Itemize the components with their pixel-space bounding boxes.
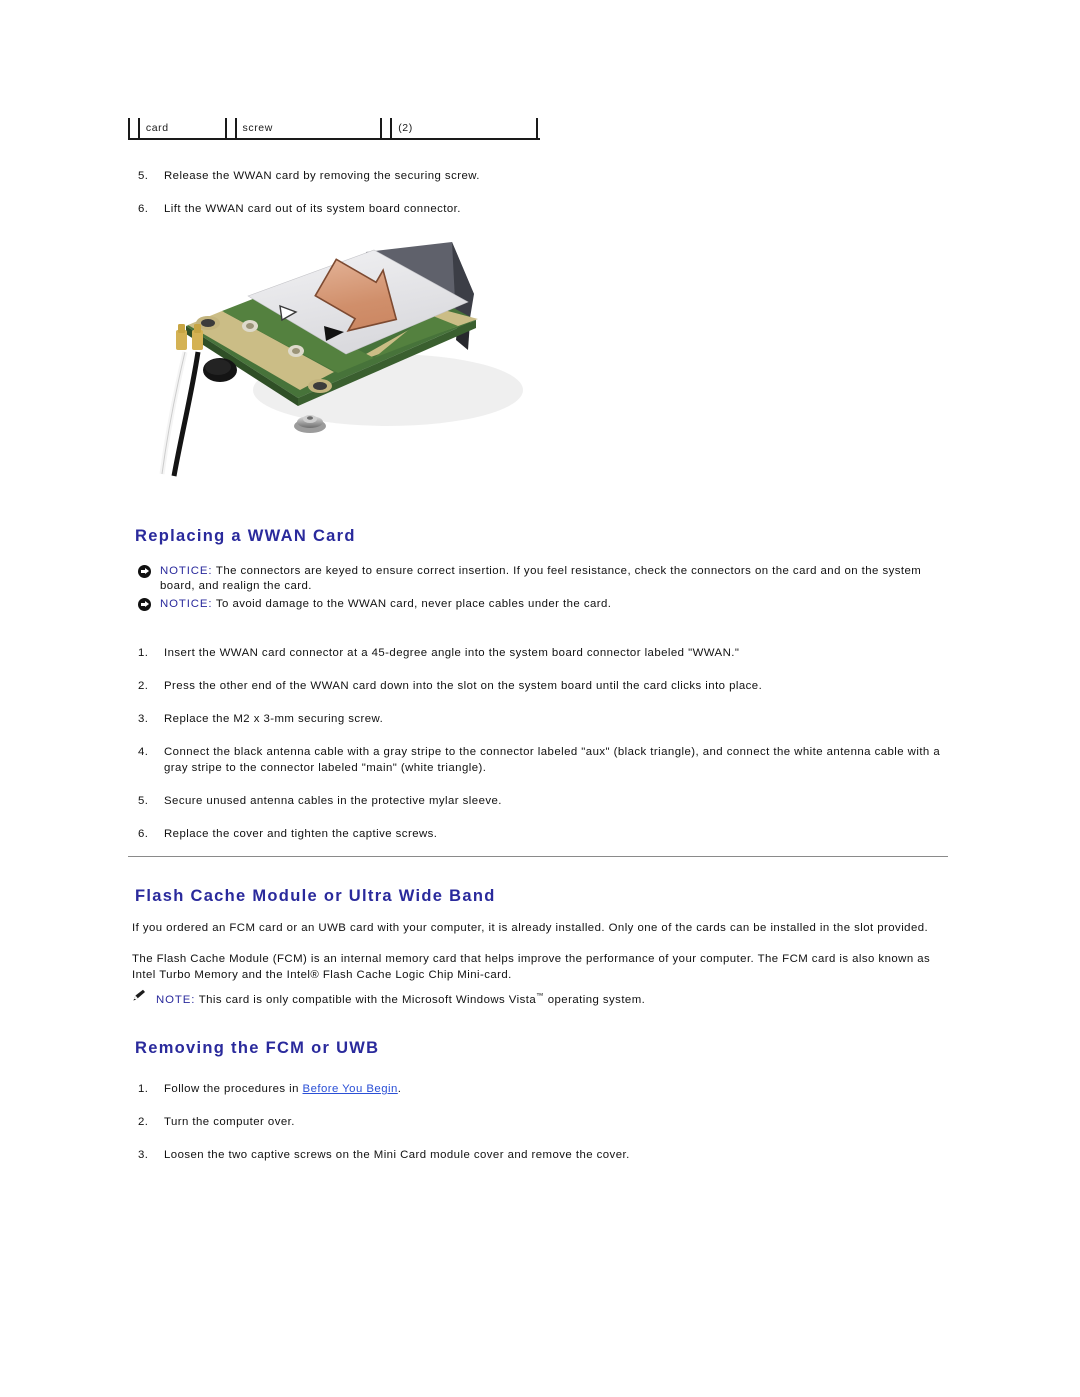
list-item: 3. Loosen the two captive screws on the … <box>138 1147 948 1163</box>
list-item-text: Press the other end of the WWAN card dow… <box>164 680 763 692</box>
note-text: NOTE: This card is only compatible with … <box>156 988 645 1008</box>
list-item: 5. Secure unused antenna cables in the p… <box>138 793 948 809</box>
notice-label: NOTICE: <box>160 598 213 610</box>
cable-connector-white-tip <box>178 324 185 333</box>
replacing-steps-list: 1. Insert the WWAN card connector at a 4… <box>138 645 948 859</box>
list-item: 6. Lift the WWAN card out of its system … <box>138 201 948 217</box>
list-item-text: Insert the WWAN card connector at a 45-d… <box>164 647 740 659</box>
list-item-text: Follow the procedures in Before You Begi… <box>164 1081 401 1097</box>
screw-drive <box>307 416 313 420</box>
list-item-number: 6. <box>138 203 149 215</box>
list-item: 2. Turn the computer over. <box>138 1114 948 1130</box>
antenna-connector-main <box>246 323 254 329</box>
list-item-number: 5. <box>138 170 149 182</box>
rubber-pad-highlight <box>205 359 231 375</box>
list-item: 6. Replace the cover and tighten the cap… <box>138 826 948 842</box>
list-item-number: 1. <box>138 1083 149 1095</box>
list-item-text: Connect the black antenna cable with a g… <box>164 746 941 774</box>
note-label: NOTE: <box>156 993 196 1006</box>
list-item: 1. Follow the procedures in Before You B… <box>138 1081 948 1097</box>
list-item: 2. Press the other end of the WWAN card … <box>138 678 948 694</box>
notice-arrow-icon <box>138 565 151 578</box>
list-item-text: Replace the M2 x 3-mm securing screw. <box>164 713 384 725</box>
note-block-vista-compatibility: NOTE: This card is only compatible with … <box>132 988 942 1008</box>
paragraph-fcm-installed: If you ordered an FCM card or an UWB car… <box>132 922 929 934</box>
list-item-text: Release the WWAN card by removing the se… <box>164 170 480 182</box>
list-item-number: 6. <box>138 828 149 840</box>
antenna-cable-white <box>159 351 188 475</box>
page-heading-flash-cache-module: Flash Cache Module or Ultra Wide Band <box>135 887 496 905</box>
callout-label-1: card <box>137 118 225 138</box>
page-heading-replacing-wwan-card: Replacing a WWAN Card <box>135 527 356 545</box>
notice-label: NOTICE: <box>160 565 213 577</box>
section-divider <box>128 856 948 857</box>
notice-body: To avoid damage to the WWAN card, never … <box>212 598 612 610</box>
notice-text: NOTICE: To avoid damage to the WWAN card… <box>160 597 611 612</box>
list-item-text: Lift the WWAN card out of its system boa… <box>164 203 461 215</box>
callout-number-1 <box>128 118 138 138</box>
link-before-you-begin[interactable]: Before You Begin <box>303 1083 398 1095</box>
list-item-number: 4. <box>138 746 149 758</box>
list-item: 4. Connect the black antenna cable with … <box>138 744 948 776</box>
antenna-cable-black <box>171 351 201 477</box>
figure-callout-table: card screw (2) <box>128 118 540 140</box>
document-page: card screw (2) 5. Release the WWAN card … <box>0 0 1080 1397</box>
list-item-text-before: Follow the procedures in <box>164 1083 303 1095</box>
list-item-number: 2. <box>138 680 149 692</box>
page-heading-removing-fcm-uwb: Removing the FCM or UWB <box>135 1039 380 1057</box>
list-item-number: 3. <box>138 713 149 725</box>
pencil-icon-svg <box>133 989 145 1001</box>
wwan-card-removal-figure <box>138 222 618 482</box>
note-body-before: This card is only compatible with the Mi… <box>195 993 537 1006</box>
note-body-after: operating system. <box>544 993 646 1006</box>
removing-steps-list: 1. Follow the procedures in Before You B… <box>138 1081 948 1180</box>
list-item-number: 3. <box>138 1149 149 1161</box>
wwan-card-illustration-svg <box>159 242 523 477</box>
callout-table-end-border <box>536 118 540 138</box>
paragraph-fcm-description: The Flash Cache Module (FCM) is an inter… <box>132 953 931 981</box>
list-item-number: 2. <box>138 1116 149 1128</box>
antenna-connector-aux <box>292 348 300 354</box>
list-item-text: Loosen the two captive screws on the Min… <box>164 1149 630 1161</box>
trademark-symbol: ™ <box>536 991 545 1000</box>
table-row: card screw (2) <box>128 118 540 138</box>
list-item-text-after: . <box>397 1083 402 1095</box>
list-item-number: 5. <box>138 795 149 807</box>
mounting-hole-left <box>201 319 215 327</box>
notice-text: NOTICE: The connectors are keyed to ensu… <box>160 564 948 594</box>
callout-number-2 <box>224 118 235 138</box>
list-item: 1. Insert the WWAN card connector at a 4… <box>138 645 948 661</box>
callout-label-2: screw <box>234 118 381 138</box>
callout-label-3: (2) <box>390 118 536 138</box>
list-item: 3. Replace the M2 x 3-mm securing screw. <box>138 711 948 727</box>
list-item-text: Secure unused antenna cables in the prot… <box>164 795 502 807</box>
mounting-hole-right <box>313 382 327 390</box>
cable-connector-black-tip <box>194 324 201 333</box>
list-item: 5. Release the WWAN card by removing the… <box>138 168 948 184</box>
list-item-text: Replace the cover and tighten the captiv… <box>164 828 438 840</box>
callout-number-3 <box>380 118 390 138</box>
list-item-text: Turn the computer over. <box>164 1116 295 1128</box>
note-pencil-icon <box>132 989 146 1002</box>
notice-block-no-cables-under-card: NOTICE: To avoid damage to the WWAN card… <box>138 597 948 612</box>
notice-body: The connectors are keyed to ensure corre… <box>160 565 922 592</box>
notice-block-connectors-keyed: NOTICE: The connectors are keyed to ensu… <box>138 564 948 594</box>
notice-arrow-icon <box>138 598 151 611</box>
list-item-number: 1. <box>138 647 149 659</box>
